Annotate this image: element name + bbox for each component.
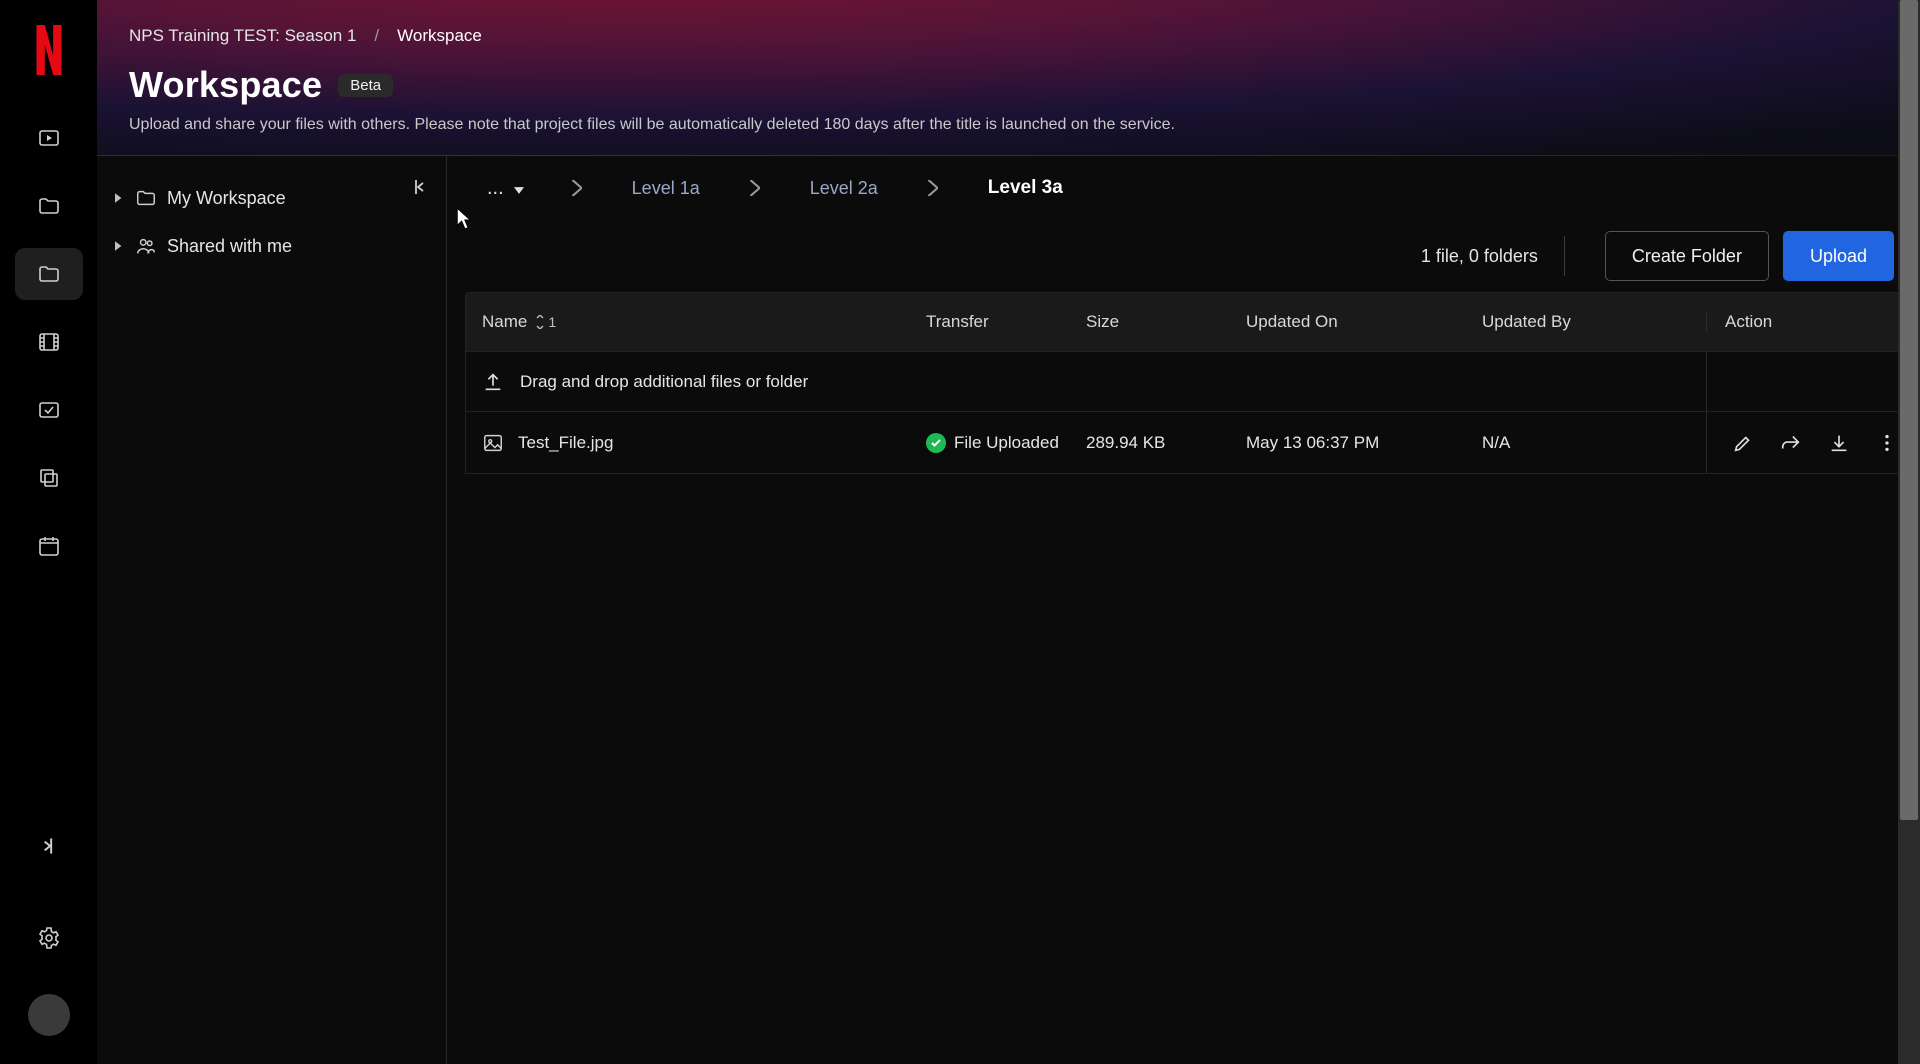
nav-item-calendar[interactable] bbox=[15, 520, 83, 572]
page-subtitle: Upload and share your files with others.… bbox=[129, 116, 1888, 134]
nav-item-sync[interactable] bbox=[15, 384, 83, 436]
folder-breadcrumb: ... Level 1a Level 2a bbox=[447, 156, 1920, 220]
file-name: Test_File.jpg bbox=[518, 433, 613, 453]
breadcrumb-separator: / bbox=[374, 26, 379, 46]
tree-item-shared-with-me[interactable]: Shared with me bbox=[107, 222, 436, 270]
nav-item-folder-a[interactable] bbox=[15, 180, 83, 232]
breadcrumb-section[interactable]: Workspace bbox=[397, 26, 482, 46]
nav-item-videos[interactable] bbox=[15, 112, 83, 164]
breadcrumb-level-1a[interactable]: Level 1a bbox=[612, 174, 720, 203]
upload-icon bbox=[482, 371, 504, 393]
drop-zone-row[interactable]: Drag and drop additional files or folder bbox=[465, 352, 1902, 412]
page-header: NPS Training TEST: Season 1 / Workspace … bbox=[97, 0, 1920, 156]
toolbar: 1 file, 0 folders Create Folder Upload bbox=[447, 220, 1920, 292]
vertical-scrollbar[interactable] bbox=[1898, 0, 1920, 1064]
rail-collapse-button[interactable] bbox=[15, 820, 83, 872]
tree-panel: My Workspace Shared with me bbox=[97, 156, 447, 1064]
transfer-status: File Uploaded bbox=[954, 433, 1059, 453]
chevron-right-icon bbox=[750, 180, 760, 196]
item-count-label: 1 file, 0 folders bbox=[1421, 246, 1564, 267]
edit-button[interactable] bbox=[1729, 429, 1757, 457]
page-title: Workspace bbox=[129, 64, 322, 106]
column-header-name[interactable]: Name 1 bbox=[466, 312, 926, 332]
table-header: Name 1 Transfer Size Updated On Updated … bbox=[465, 292, 1902, 352]
drop-hint-label: Drag and drop additional files or folder bbox=[520, 372, 808, 392]
breadcrumb-level-2a[interactable]: Level 2a bbox=[790, 174, 898, 203]
column-header-updated-by[interactable]: Updated By bbox=[1482, 312, 1706, 332]
app-logo[interactable] bbox=[30, 24, 68, 76]
chevron-right-icon bbox=[928, 180, 938, 196]
nav-item-workspace[interactable] bbox=[15, 248, 83, 300]
scrollbar-thumb[interactable] bbox=[1900, 0, 1918, 820]
file-area: ... Level 1a Level 2a bbox=[447, 156, 1920, 1064]
nav-item-slides[interactable] bbox=[15, 452, 83, 504]
tree-item-label: Shared with me bbox=[167, 236, 292, 257]
sort-index: 1 bbox=[548, 314, 556, 330]
toolbar-divider bbox=[1564, 236, 1565, 276]
caret-right-icon bbox=[115, 241, 125, 251]
breadcrumb-overflow[interactable]: ... bbox=[469, 171, 542, 206]
header-breadcrumb: NPS Training TEST: Season 1 / Workspace bbox=[129, 26, 1888, 46]
create-folder-button[interactable]: Create Folder bbox=[1605, 231, 1769, 281]
upload-button[interactable]: Upload bbox=[1783, 231, 1894, 281]
folder-icon bbox=[135, 187, 157, 209]
caret-right-icon bbox=[115, 193, 125, 203]
share-button[interactable] bbox=[1777, 429, 1805, 457]
beta-badge: Beta bbox=[338, 74, 393, 97]
updated-on: May 13 06:37 PM bbox=[1246, 433, 1482, 453]
column-header-size[interactable]: Size bbox=[1086, 312, 1246, 332]
file-table: Name 1 Transfer Size Updated On Updated … bbox=[465, 292, 1902, 474]
tree-item-label: My Workspace bbox=[167, 188, 286, 209]
people-icon bbox=[135, 235, 157, 257]
download-button[interactable] bbox=[1825, 429, 1853, 457]
left-rail bbox=[0, 0, 97, 1064]
chevron-right-icon bbox=[572, 180, 582, 196]
sort-indicator: 1 bbox=[535, 314, 556, 330]
breadcrumb-project[interactable]: NPS Training TEST: Season 1 bbox=[129, 26, 356, 46]
status-success-icon bbox=[926, 433, 946, 453]
more-actions-button[interactable] bbox=[1873, 429, 1901, 457]
breadcrumb-level-3a: Level 3a bbox=[968, 173, 1083, 203]
tree-collapse-button[interactable] bbox=[402, 170, 436, 204]
column-header-action: Action bbox=[1706, 312, 1901, 332]
file-size: 289.94 KB bbox=[1086, 433, 1246, 453]
ellipsis-icon: ... bbox=[487, 177, 504, 200]
column-header-updated-on[interactable]: Updated On bbox=[1246, 312, 1482, 332]
tree-item-my-workspace[interactable]: My Workspace bbox=[107, 174, 436, 222]
nav-item-film[interactable] bbox=[15, 316, 83, 368]
column-header-transfer[interactable]: Transfer bbox=[926, 312, 1086, 332]
user-avatar[interactable] bbox=[28, 994, 70, 1036]
settings-button[interactable] bbox=[15, 912, 83, 964]
image-file-icon bbox=[482, 432, 504, 454]
column-label: Name bbox=[482, 312, 527, 332]
caret-down-icon bbox=[514, 177, 524, 200]
updated-by: N/A bbox=[1482, 433, 1706, 453]
table-row[interactable]: Test_File.jpg File Uploaded 289.94 KB Ma… bbox=[465, 412, 1902, 474]
